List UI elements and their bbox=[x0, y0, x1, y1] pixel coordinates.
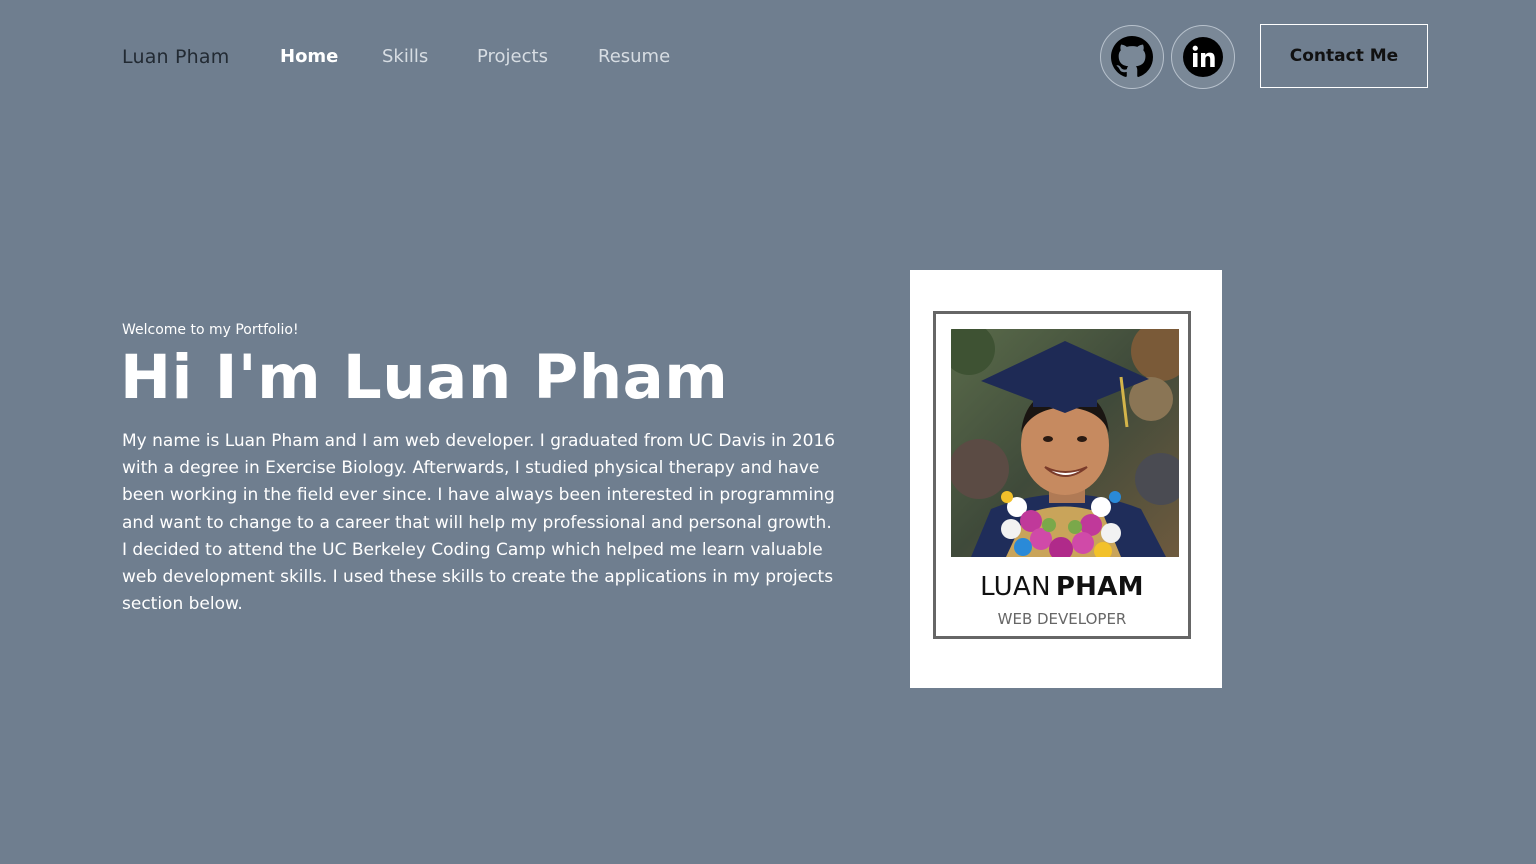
profile-card-frame: LUAN PHAM WEB DEVELOPER bbox=[933, 311, 1191, 639]
nav-link-skills[interactable]: Skills bbox=[382, 46, 428, 67]
contact-me-button[interactable]: Contact Me bbox=[1260, 24, 1428, 88]
nav-link-home[interactable]: Home bbox=[280, 46, 338, 67]
profile-card: LUAN PHAM WEB DEVELOPER bbox=[910, 270, 1222, 688]
hero-bio: My name is Luan Pham and I am web develo… bbox=[122, 431, 836, 615]
card-role: WEB DEVELOPER bbox=[997, 610, 1127, 628]
nav-link-projects[interactable]: Projects bbox=[477, 46, 548, 67]
profile-photo bbox=[951, 329, 1179, 557]
nav-link-resume[interactable]: Resume bbox=[598, 46, 670, 67]
welcome-text: Welcome to my Portfolio! bbox=[122, 322, 299, 338]
linkedin-icon bbox=[1182, 36, 1224, 78]
hero-headline: Hi I'm Luan Pham bbox=[120, 342, 729, 413]
portfolio-page: Luan Pham Home Skills Projects Resume Co… bbox=[0, 0, 1536, 864]
github-link[interactable] bbox=[1100, 25, 1164, 89]
card-last-name: PHAM bbox=[1055, 572, 1144, 602]
brand-name[interactable]: Luan Pham bbox=[122, 46, 229, 68]
linkedin-link[interactable] bbox=[1171, 25, 1235, 89]
github-icon bbox=[1111, 36, 1153, 78]
card-first-name: LUAN bbox=[980, 572, 1051, 602]
card-name: LUAN PHAM bbox=[936, 572, 1188, 602]
